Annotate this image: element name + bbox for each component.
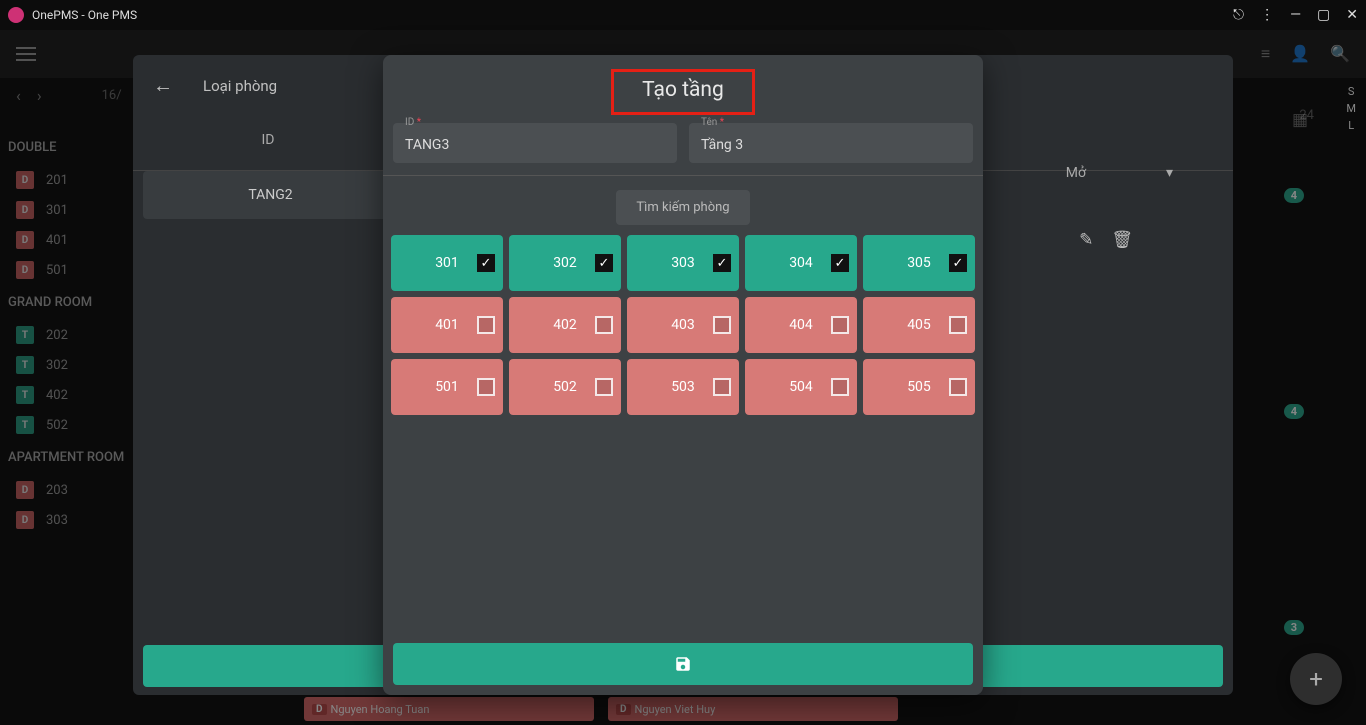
rooms-grid: 301 ✓ 302 ✓ 303 ✓ 304 ✓ 305 ✓ 401 402 403 404 405 501 50… xyxy=(383,235,983,415)
room-cell-number: 504 xyxy=(789,379,813,395)
modal-title: Tạo tầng xyxy=(642,78,724,102)
room-checkbox[interactable] xyxy=(831,316,849,334)
room-checkbox[interactable]: ✓ xyxy=(477,254,495,272)
room-cell-number: 402 xyxy=(553,317,577,333)
room-cell[interactable]: 405 xyxy=(863,297,975,353)
room-cell-number: 302 xyxy=(553,255,577,271)
room-cell[interactable]: 404 xyxy=(745,297,857,353)
room-checkbox[interactable]: ✓ xyxy=(949,254,967,272)
room-cell[interactable]: 504 xyxy=(745,359,857,415)
room-cell[interactable]: 403 xyxy=(627,297,739,353)
room-cell-number: 502 xyxy=(553,379,577,395)
room-cell-number: 305 xyxy=(907,255,931,271)
search-rooms-button[interactable]: Tìm kiếm phòng xyxy=(616,190,749,225)
room-checkbox[interactable]: ✓ xyxy=(595,254,613,272)
room-checkbox[interactable]: ✓ xyxy=(831,254,849,272)
room-checkbox[interactable] xyxy=(949,378,967,396)
modal-overlay: Tạo tầng ID * Tên * Tìm kiếm phòng 301✓3… xyxy=(0,0,1366,725)
room-checkbox[interactable] xyxy=(477,378,495,396)
room-cell-number: 405 xyxy=(907,317,931,333)
room-cell[interactable]: 301 ✓ xyxy=(391,235,503,291)
room-checkbox[interactable] xyxy=(477,316,495,334)
room-cell-number: 503 xyxy=(671,379,695,395)
id-field-label: ID * xyxy=(405,117,421,128)
room-cell-number: 304 xyxy=(789,255,813,271)
room-checkbox[interactable] xyxy=(713,378,731,396)
save-button[interactable] xyxy=(393,643,973,685)
room-cell[interactable]: 401 xyxy=(391,297,503,353)
room-cell[interactable]: 501 xyxy=(391,359,503,415)
room-cell[interactable]: 305 ✓ xyxy=(863,235,975,291)
id-field[interactable] xyxy=(393,123,677,163)
add-fab[interactable]: + xyxy=(1290,653,1342,705)
name-field-label: Tên * xyxy=(701,117,724,128)
room-cell-number: 403 xyxy=(671,317,695,333)
name-field[interactable] xyxy=(689,123,973,163)
room-cell-number: 401 xyxy=(435,317,459,333)
room-checkbox[interactable] xyxy=(595,378,613,396)
room-cell-number: 301 xyxy=(435,255,459,271)
room-cell[interactable]: 304 ✓ xyxy=(745,235,857,291)
room-cell[interactable]: 502 xyxy=(509,359,621,415)
room-cell-number: 505 xyxy=(907,379,931,395)
room-checkbox[interactable] xyxy=(595,316,613,334)
room-cell-number: 404 xyxy=(789,317,813,333)
room-cell[interactable]: 302 ✓ xyxy=(509,235,621,291)
room-cell[interactable]: 402 xyxy=(509,297,621,353)
modal-title-highlight: Tạo tầng xyxy=(611,69,755,115)
create-floor-modal: Tạo tầng ID * Tên * Tìm kiếm phòng 301✓3… xyxy=(383,55,983,695)
room-cell[interactable]: 505 xyxy=(863,359,975,415)
room-cell-number: 303 xyxy=(671,255,695,271)
room-checkbox[interactable]: ✓ xyxy=(713,254,731,272)
room-cell[interactable]: 303 ✓ xyxy=(627,235,739,291)
room-checkbox[interactable] xyxy=(831,378,849,396)
room-checkbox[interactable] xyxy=(713,316,731,334)
room-cell-number: 501 xyxy=(435,379,459,395)
save-icon xyxy=(674,655,692,673)
room-checkbox[interactable] xyxy=(949,316,967,334)
room-cell[interactable]: 503 xyxy=(627,359,739,415)
